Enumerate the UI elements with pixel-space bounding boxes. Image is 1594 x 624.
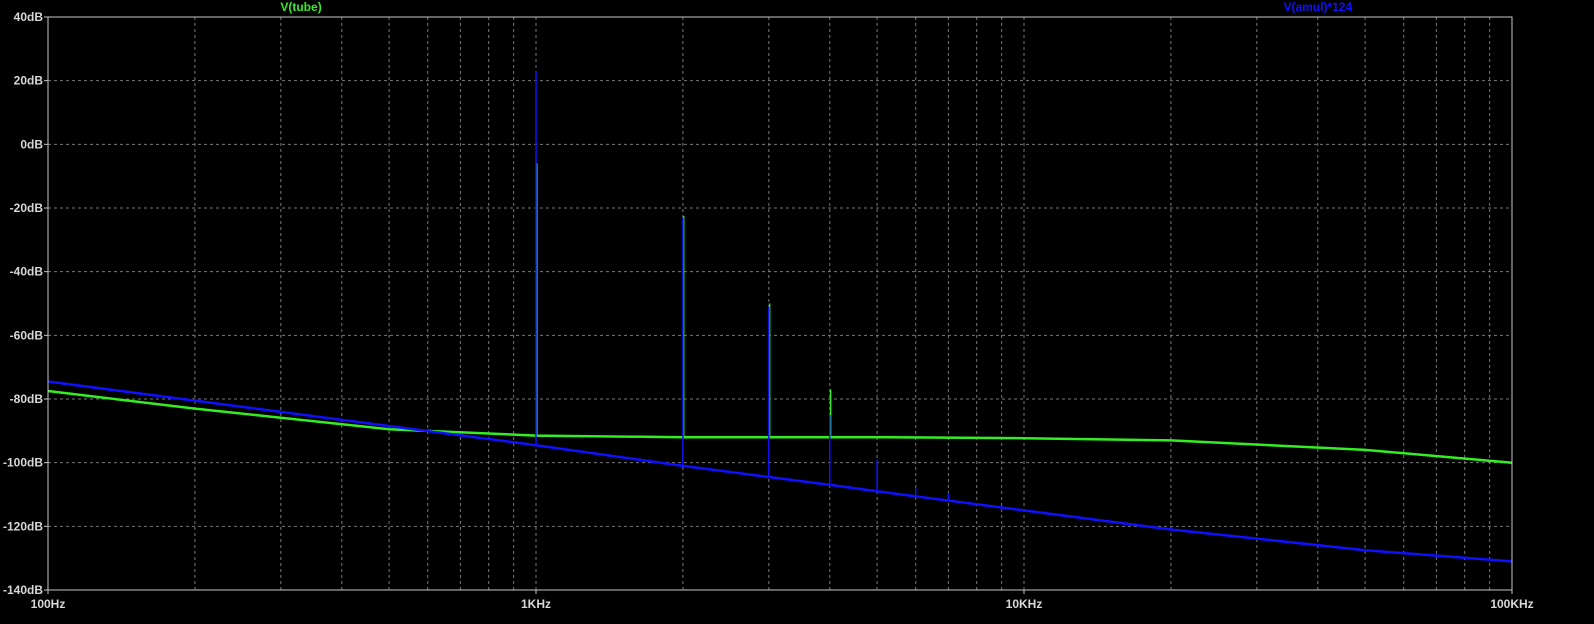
legend-label: V(amul)*124 [1283, 0, 1352, 14]
y-tick-label: -80dB [10, 392, 44, 406]
x-tick-label: 100KHz [1490, 597, 1533, 611]
y-tick-label: 0dB [20, 137, 43, 151]
y-tick-label: -20dB [10, 201, 44, 215]
legend-label: V(tube) [280, 0, 321, 14]
y-tick-label: 20dB [14, 74, 44, 88]
y-tick-label: -140dB [3, 583, 43, 597]
plot-background [0, 0, 1594, 624]
y-tick-label: -120dB [3, 519, 43, 533]
x-tick-label: 100Hz [31, 597, 66, 611]
x-tick-label: 1KHz [521, 597, 551, 611]
y-tick-label: -100dB [3, 456, 43, 470]
y-tick-label: -60dB [10, 328, 44, 342]
spectrum-plot: 40dB 20dB 0dB -20dB -40dB -60dB -80dB -100dB -12… [0, 0, 1594, 624]
x-tick-label: 10KHz [1006, 597, 1043, 611]
y-tick-label: -40dB [10, 265, 44, 279]
y-tick-label: 40dB [14, 10, 44, 24]
